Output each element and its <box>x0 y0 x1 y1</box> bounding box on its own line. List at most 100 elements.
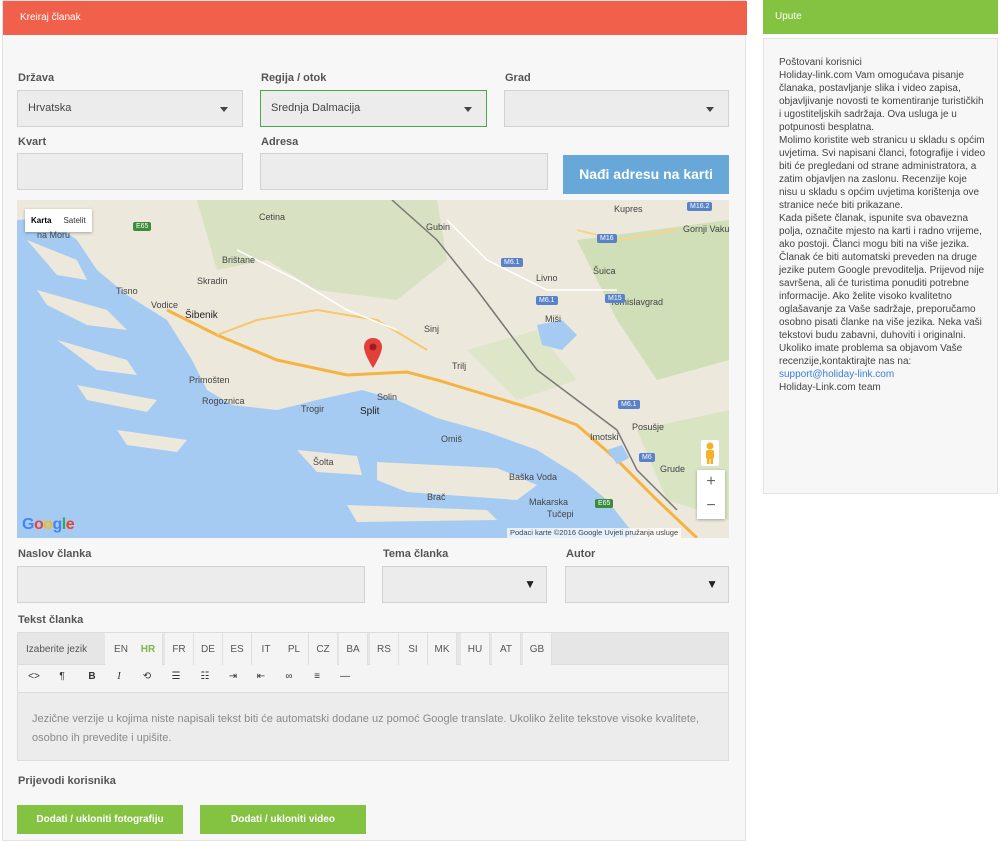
map-label: Brač <box>427 492 446 502</box>
clear-format-icon[interactable]: ⟲ <box>139 671 155 682</box>
paragraph-icon[interactable]: ¶ <box>54 671 70 682</box>
link-icon[interactable]: ∞ <box>281 671 297 682</box>
district-input[interactable] <box>17 153 243 190</box>
tab-at[interactable]: AT <box>492 633 521 666</box>
map-label: Gornji Vakuf-Uskoplje <box>683 224 729 234</box>
address-input[interactable] <box>260 153 548 190</box>
choose-language-label: Izaberite jezik <box>26 644 88 655</box>
map-label: Trogir <box>301 404 325 414</box>
ordered-list-icon[interactable]: ☷ <box>197 671 213 682</box>
road-shield: M6.1 <box>501 258 523 267</box>
user-translations-label: Prijevodi korisnika <box>18 775 116 787</box>
article-title-label: Naslov članka <box>18 548 92 560</box>
map-label: Rogoznica <box>202 396 245 406</box>
instructions-paragraph: Holiday-link.com Vam omogućava pisanje č… <box>779 70 984 133</box>
code-icon[interactable]: <> <box>26 671 42 682</box>
map-label: Kupres <box>614 204 643 214</box>
caret-down-icon: ▼ <box>524 577 536 591</box>
italic-icon[interactable]: I <box>111 671 127 682</box>
google-logo: Google <box>22 516 75 533</box>
map-label: Vodice <box>151 300 179 310</box>
road-shield: M6.1 <box>536 296 558 305</box>
tab-de[interactable]: DE <box>194 633 223 666</box>
map-label: Grude <box>660 464 686 474</box>
tab-mk[interactable]: MK <box>428 633 457 666</box>
map-marker-icon[interactable] <box>364 338 382 371</box>
map-label: Primošten <box>189 375 230 385</box>
article-theme-label: Tema članka <box>383 548 449 560</box>
tab-fr[interactable]: FR <box>165 633 194 666</box>
street-view-pegman-icon[interactable] <box>701 440 721 466</box>
indent-icon[interactable]: ⇥ <box>225 671 241 682</box>
map-type-control[interactable]: Karta Satelit <box>25 209 92 232</box>
instructions-paragraph: Molimo koristite web stranicu u skladu s… <box>779 135 986 211</box>
tab-ba[interactable]: BA <box>339 633 368 666</box>
tab-rs[interactable]: RS <box>370 633 399 666</box>
map-label: Baška Voda <box>509 472 558 482</box>
map-label: Makarska <box>529 497 569 507</box>
map-label: Miši <box>545 314 561 324</box>
map-label: Skradin <box>197 276 228 286</box>
tab-si[interactable]: SI <box>399 633 428 666</box>
unordered-list-icon[interactable]: ☰ <box>168 671 184 682</box>
article-theme-select[interactable]: ▼ <box>382 566 547 603</box>
road-shield: M15 <box>605 294 625 303</box>
map-label: Brištane <box>222 255 256 265</box>
map-type-satellite[interactable]: Satelit <box>57 209 91 232</box>
language-tabs: Izaberite jezik EN HR FR DE ES IT PL CZ … <box>17 632 729 666</box>
chevron-down-icon <box>464 107 472 112</box>
instructions-paragraph: Kada pišete članak, ispunite sva obavezn… <box>779 213 985 341</box>
map-type-map[interactable]: Karta <box>25 209 57 232</box>
map-label: Gubin <box>426 222 451 232</box>
map-label: na Moru <box>37 230 71 240</box>
outdent-icon[interactable]: ⇤ <box>253 671 269 682</box>
add-video-button[interactable]: Dodati / ukloniti video <box>200 805 366 834</box>
address-label: Adresa <box>261 136 299 148</box>
author-select[interactable]: ▼ <box>565 566 729 603</box>
road-shield: M6.1 <box>618 400 640 409</box>
city-label: Grad <box>505 72 531 84</box>
map-label: Trilj <box>452 361 467 371</box>
editor-toolbar: <> ¶ B I ⟲ ☰ ☷ ⇥ ⇤ ∞ ≡ — <box>17 665 729 692</box>
article-text-label: Tekst članka <box>18 614 84 626</box>
add-photo-button[interactable]: Dodati / ukloniti fotografiju <box>17 805 183 834</box>
find-address-button[interactable]: Nađi adresu na karti <box>563 155 729 194</box>
align-icon[interactable]: ≡ <box>309 671 325 682</box>
map-label: Tisno <box>116 286 138 296</box>
horizontal-rule-icon[interactable]: — <box>337 671 353 682</box>
zoom-in-button[interactable]: + <box>697 470 725 494</box>
region-select[interactable]: Srednja Dalmacija <box>260 90 487 127</box>
tab-hr[interactable]: HR <box>134 633 163 666</box>
bold-icon[interactable]: B <box>84 671 100 682</box>
map-label: Omiš <box>441 434 462 444</box>
chevron-down-icon <box>220 107 228 112</box>
road-shield: M6 <box>639 453 655 462</box>
caret-down-icon: ▼ <box>706 577 718 591</box>
article-text-editor[interactable]: Jezične verzije u kojima niste napisali … <box>17 692 729 761</box>
city-select[interactable] <box>504 90 729 127</box>
tab-cz[interactable]: CZ <box>309 633 338 666</box>
author-label: Autor <box>566 548 596 560</box>
tab-hu[interactable]: HU <box>461 633 490 666</box>
zoom-out-button[interactable]: − <box>697 494 725 518</box>
map-label: Livno <box>536 273 558 283</box>
tab-es[interactable]: ES <box>223 633 252 666</box>
country-label: Država <box>18 72 55 84</box>
map-label: Šolta <box>313 457 334 467</box>
article-title-input[interactable] <box>17 566 365 603</box>
country-value: Hrvatska <box>28 102 72 114</box>
road-shield: M16.2 <box>687 202 713 211</box>
map-label: Imotski <box>590 432 619 442</box>
road-shield: E65 <box>595 499 614 508</box>
tab-gb[interactable]: GB <box>523 633 552 666</box>
region-label: Regija / otok <box>261 72 327 84</box>
tab-it[interactable]: IT <box>252 633 281 666</box>
create-article-header: Kreiraj članak <box>3 1 747 35</box>
map-label: Šuica <box>593 266 616 276</box>
country-select[interactable]: Hrvatska <box>17 90 243 127</box>
support-email-link[interactable]: support@holiday-link.com <box>779 369 894 380</box>
road-shield: M16 <box>597 234 617 243</box>
map-label: Solin <box>377 392 398 402</box>
map-label: Posušje <box>632 422 665 432</box>
tab-pl[interactable]: PL <box>280 633 309 666</box>
